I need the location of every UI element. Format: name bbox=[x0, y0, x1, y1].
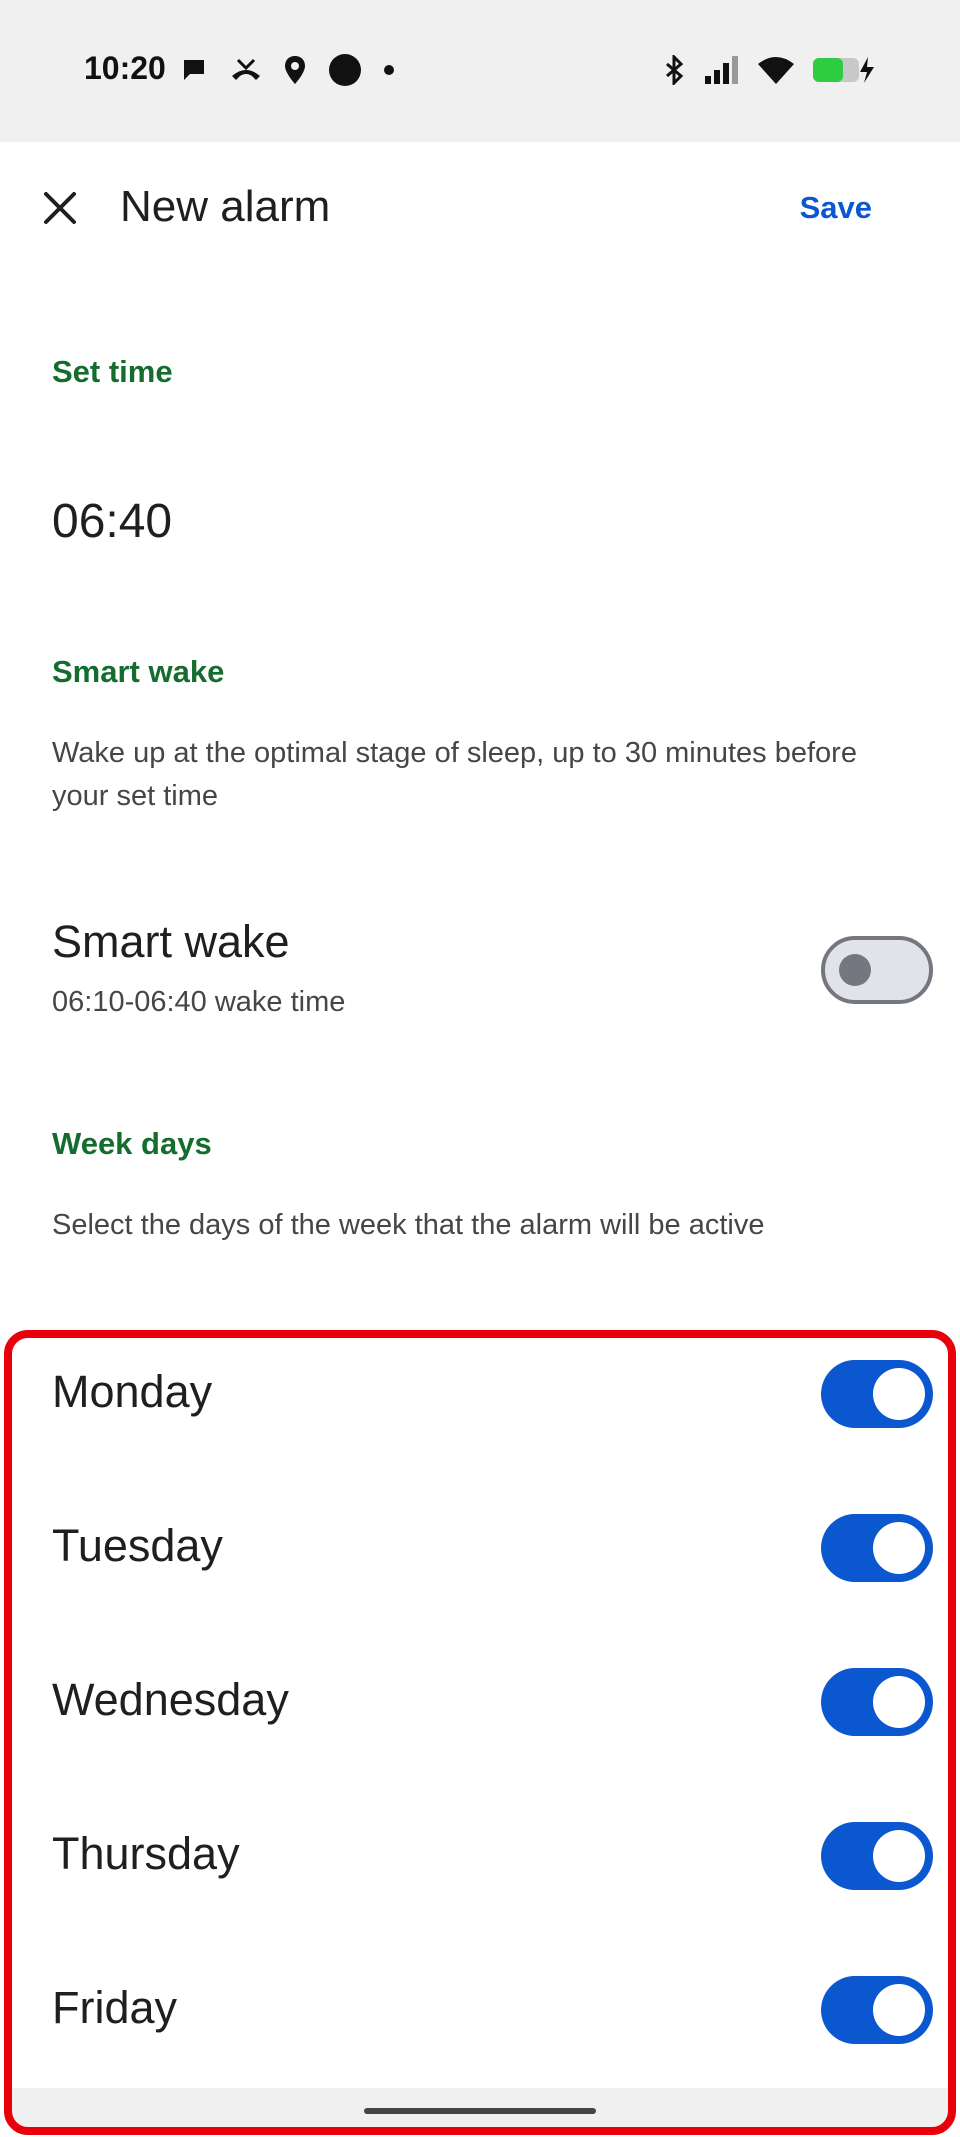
smart-wake-row-title: Smart wake bbox=[52, 916, 290, 967]
toggle-knob bbox=[873, 1368, 925, 1420]
wifi-icon bbox=[758, 57, 794, 84]
smart-wake-toggle[interactable] bbox=[821, 936, 933, 1004]
message-icon bbox=[184, 60, 204, 80]
signal-icon bbox=[705, 56, 738, 84]
close-icon bbox=[44, 192, 76, 224]
smart-wake-label: Smart wake bbox=[52, 654, 225, 689]
day-label-monday: Monday bbox=[52, 1366, 213, 1417]
toggle-knob bbox=[873, 1522, 925, 1574]
toggle-knob bbox=[873, 1830, 925, 1882]
dot-icon bbox=[384, 65, 394, 75]
close-button[interactable] bbox=[36, 184, 84, 232]
day-label-wednesday: Wednesday bbox=[52, 1674, 289, 1725]
battery-charging-icon bbox=[813, 57, 874, 83]
thursday-toggle[interactable] bbox=[821, 1822, 933, 1890]
toggle-knob bbox=[873, 1676, 925, 1728]
status-right-icons bbox=[664, 50, 878, 90]
smart-wake-description: Wake up at the optimal stage of sleep, u… bbox=[52, 737, 857, 812]
time-value[interactable]: 06:40 bbox=[52, 494, 172, 549]
week-days-description: Select the days of the week that the ala… bbox=[52, 1209, 765, 1241]
circle-icon bbox=[329, 54, 361, 86]
app-bar: New alarm Save bbox=[0, 142, 960, 277]
status-time: 10:20 bbox=[84, 50, 166, 86]
monday-toggle[interactable] bbox=[821, 1360, 933, 1428]
toggle-knob bbox=[839, 954, 871, 986]
home-indicator[interactable] bbox=[364, 2108, 596, 2114]
day-label-thursday: Thursday bbox=[52, 1828, 240, 1879]
save-button[interactable]: Save bbox=[800, 190, 872, 226]
wednesday-toggle[interactable] bbox=[821, 1668, 933, 1736]
page-title: New alarm bbox=[120, 182, 331, 231]
toggle-knob bbox=[873, 1984, 925, 2036]
week-days-label: Week days bbox=[52, 1126, 212, 1161]
location-icon bbox=[285, 56, 305, 84]
status-bar: 10:20 bbox=[0, 0, 960, 142]
day-label-friday: Friday bbox=[52, 1982, 178, 2033]
tuesday-toggle[interactable] bbox=[821, 1514, 933, 1582]
status-left-icons bbox=[180, 50, 394, 90]
bluetooth-icon bbox=[666, 55, 684, 85]
set-time-label: Set time bbox=[52, 354, 173, 389]
smart-wake-row-subtitle: 06:10-06:40 wake time bbox=[52, 986, 346, 1018]
friday-toggle[interactable] bbox=[821, 1976, 933, 2044]
day-label-tuesday: Tuesday bbox=[52, 1520, 223, 1571]
missed-call-icon bbox=[232, 58, 260, 80]
